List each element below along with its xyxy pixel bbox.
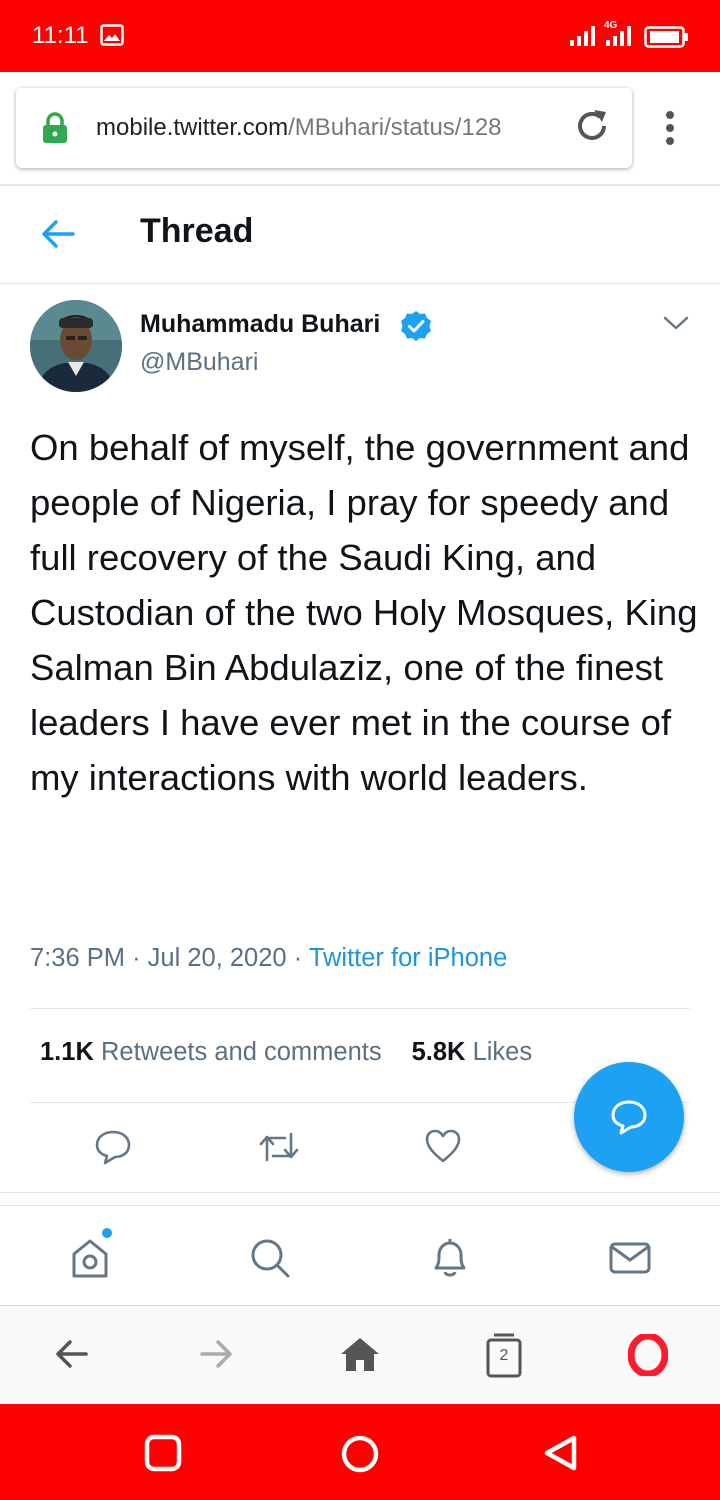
url-host: mobile.twitter.com: [96, 114, 289, 141]
retweets-count: 1.1K: [40, 1038, 94, 1066]
tweet-text: On behalf of myself, the government and …: [30, 427, 698, 798]
reply-icon[interactable]: [94, 1128, 132, 1170]
thread-header: Thread: [0, 186, 720, 284]
retweet-icon[interactable]: [258, 1128, 300, 1170]
tweet-date[interactable]: Jul 20, 2020: [148, 944, 287, 972]
chevron-down-icon[interactable]: [662, 314, 690, 336]
reload-icon[interactable]: [572, 106, 612, 150]
section-separator: [0, 1192, 720, 1206]
meta-separator: ·: [132, 944, 141, 972]
likes-count: 5.8K: [411, 1038, 466, 1066]
status-time: 11:11: [32, 22, 89, 49]
messages-envelope-icon[interactable]: [608, 1236, 652, 1284]
gallery-icon: [100, 24, 124, 50]
search-icon[interactable]: [248, 1236, 292, 1284]
recent-apps-icon[interactable]: [144, 1434, 182, 1476]
avatar[interactable]: [30, 300, 122, 392]
android-home-icon[interactable]: [340, 1434, 380, 1478]
url-path: /MBuhari/status/128: [288, 114, 502, 141]
meta-separator: ·: [293, 944, 303, 972]
divider: [30, 1008, 690, 1009]
page-title: Thread: [140, 212, 254, 250]
compose-reply-button[interactable]: [574, 1062, 684, 1172]
notification-dot: [102, 1228, 112, 1238]
tweet-source-link[interactable]: Twitter for iPhone: [309, 944, 507, 972]
tweet-time: 7:36 PM: [30, 944, 125, 972]
retweets-label: Retweets and comments: [100, 1038, 382, 1066]
url-text[interactable]: mobile.twitter.com/MBuhari/status/128: [96, 114, 568, 142]
tweet-stats: 1.1K Retweets and comments 5.8K Likes: [40, 1038, 532, 1067]
android-back-icon[interactable]: [542, 1434, 580, 1476]
likes-label: Likes: [472, 1038, 533, 1066]
likes-stat[interactable]: 5.8K Likes: [412, 1038, 533, 1066]
android-nav-bar: [0, 1404, 720, 1500]
lock-icon: [42, 112, 68, 148]
author-handle[interactable]: @MBuhari: [140, 348, 258, 377]
tab-count: 2: [499, 1347, 509, 1364]
browser-menu-icon[interactable]: [664, 110, 676, 150]
twitter-bottom-nav: [0, 1208, 720, 1306]
browser-bottom-bar: [0, 1306, 720, 1404]
retweets-stat[interactable]: 1.1K Retweets and comments: [40, 1038, 382, 1066]
opera-menu-icon[interactable]: [627, 1332, 669, 1380]
notifications-bell-icon[interactable]: [428, 1236, 472, 1284]
signal-icon: [606, 26, 634, 50]
browser-home-icon[interactable]: [340, 1336, 380, 1376]
home-icon[interactable]: [68, 1236, 112, 1284]
status-bar: 11:11 4G: [0, 0, 720, 72]
browser-back-icon[interactable]: [54, 1336, 90, 1376]
battery-icon: [644, 26, 690, 52]
address-bar[interactable]: mobile.twitter.com/MBuhari/status/128: [16, 88, 632, 168]
like-heart-icon[interactable]: [424, 1128, 462, 1168]
signal-icon: [570, 26, 598, 50]
author-name[interactable]: Muhammadu Buhari: [140, 310, 380, 339]
reply-icon: [611, 1100, 647, 1135]
tweet-meta: 7:36 PM · Jul 20, 2020 · Twitter for iPh…: [30, 944, 507, 973]
browser-toolbar: mobile.twitter.com/MBuhari/status/128: [0, 72, 720, 186]
browser-forward-icon[interactable]: [198, 1336, 234, 1376]
verified-badge-icon: [400, 310, 432, 346]
back-arrow-icon[interactable]: [40, 218, 76, 254]
